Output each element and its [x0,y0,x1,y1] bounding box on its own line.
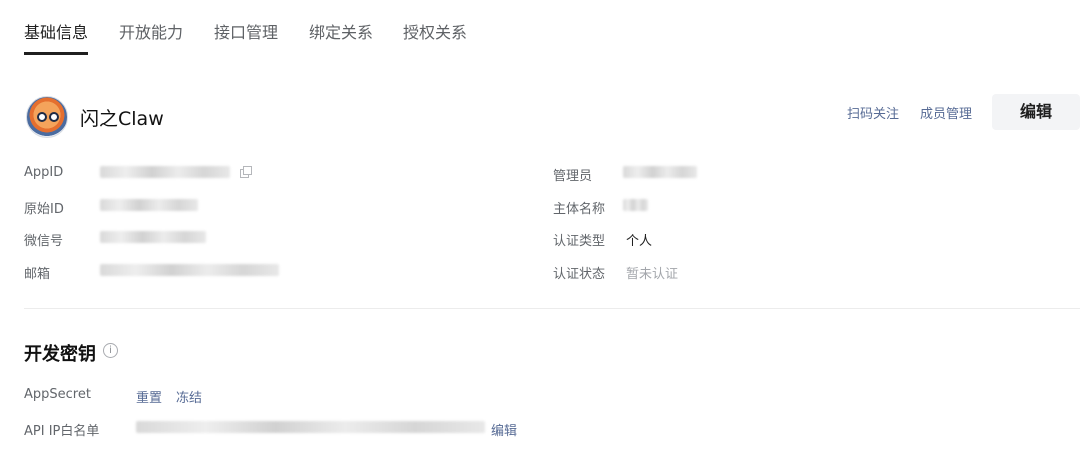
tab-open-capabilities[interactable]: 开放能力 [119,22,183,55]
avatar-eye [49,112,59,122]
entity-name-label: 主体名称 [553,202,606,217]
certification-status-label: 认证状态 [553,267,606,282]
tab-binding-relations[interactable]: 绑定关系 [309,22,373,55]
appid-redacted-value [100,166,230,178]
original-id-redacted-value [100,199,198,211]
admin-redacted-value [623,166,697,178]
app-secret-label: AppSecret [24,387,91,402]
wechat-id-label: 微信号 [24,234,64,249]
original-id-label: 原始ID [24,202,64,217]
section-divider [24,308,1080,309]
edit-account-button[interactable]: 编辑 [992,94,1080,130]
member-management-link[interactable]: 成员管理 [920,103,972,122]
tab-interface-management[interactable]: 接口管理 [214,22,278,55]
edit-ip-whitelist-link[interactable]: 编辑 [491,420,517,439]
certification-type-value: 个人 [626,234,653,249]
account-name: 闪之Claw [80,108,164,130]
freeze-secret-link[interactable]: 冻结 [176,387,202,406]
info-circle-icon[interactable]: i [103,343,118,358]
avatar-eye [37,112,47,122]
wechat-id-redacted-value [100,231,206,243]
admin-label: 管理员 [553,169,593,184]
developer-keys-title: 开发密钥 [24,344,96,365]
certification-status-value: 暂未认证 [626,267,679,282]
entity-name-redacted-value [623,199,648,211]
copy-icon[interactable] [239,166,252,178]
account-avatar [26,96,68,138]
certification-type-label: 认证类型 [553,234,606,249]
email-redacted-value [100,264,279,276]
reset-secret-link[interactable]: 重置 [136,387,162,406]
tab-basic-info[interactable]: 基础信息 [24,22,89,55]
scan-follow-link[interactable]: 扫码关注 [847,103,899,122]
api-ip-whitelist-redacted-value [136,421,485,433]
tab-authorization-relations[interactable]: 授权关系 [403,22,467,55]
api-ip-whitelist-label: API IP白名单 [24,424,100,439]
appid-label: AppID [24,165,64,180]
email-label: 邮箱 [24,267,51,282]
